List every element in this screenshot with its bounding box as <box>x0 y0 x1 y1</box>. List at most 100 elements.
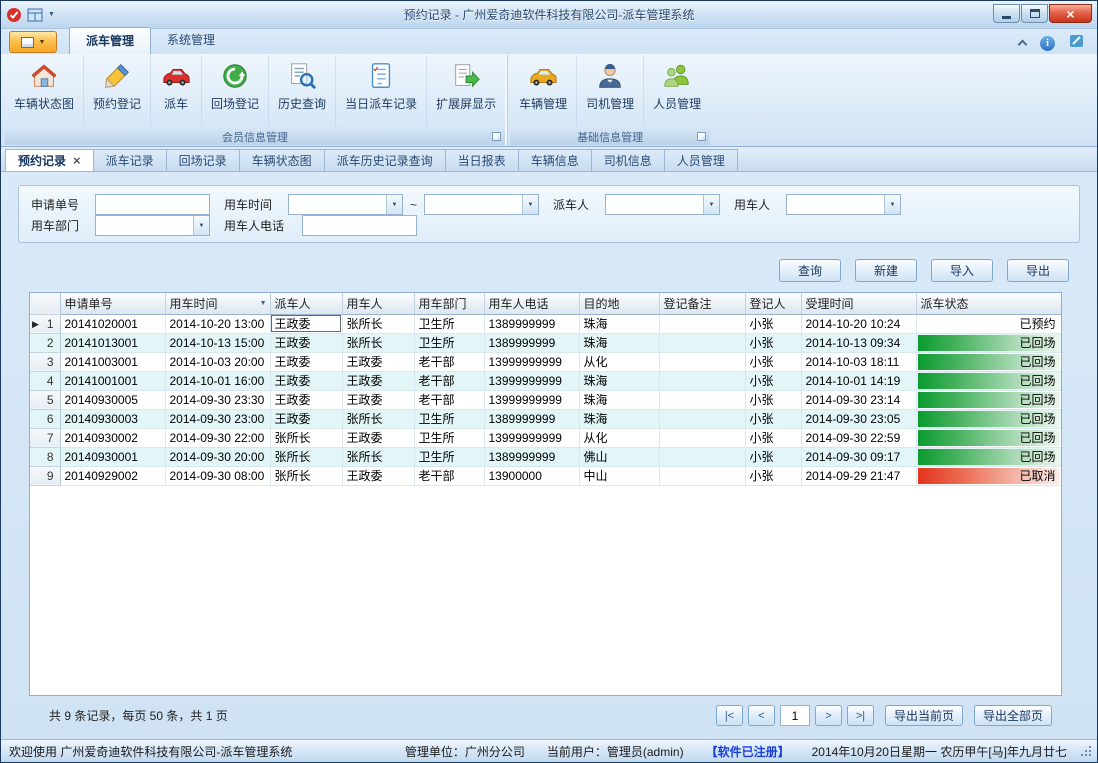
grid-row[interactable]: 6201409300032014-09-30 23:00王政委张所长卫生所138… <box>30 409 1061 428</box>
grid-cell[interactable]: 2014-09-30 23:14 <box>801 390 916 409</box>
ribbon-button-reserve-register[interactable]: 预约登记 <box>83 55 150 128</box>
column-header[interactable]: 用车人 <box>342 293 414 314</box>
column-header[interactable]: 登记人 <box>745 293 801 314</box>
query-button[interactable]: 查询 <box>779 259 841 282</box>
license-status-text[interactable]: 【软件已注册】 <box>706 743 790 760</box>
grid-cell[interactable]: 小张 <box>745 409 801 428</box>
grid-cell[interactable]: 2014-10-01 16:00 <box>165 371 270 390</box>
grid-cell[interactable]: 张所长 <box>342 333 414 352</box>
doc-tab-4[interactable]: 车辆状态图 <box>239 149 325 171</box>
column-header[interactable]: 用车部门 <box>414 293 484 314</box>
grid-cell[interactable]: 卫生所 <box>414 447 484 466</box>
grid-row[interactable]: 9201409290022014-09-30 08:00张所长王政委老干部139… <box>30 466 1061 485</box>
grid-cell[interactable]: 小张 <box>745 314 801 333</box>
order-no-input[interactable] <box>95 194 210 215</box>
grid-cell[interactable]: 20141013001 <box>60 333 165 352</box>
grid-cell[interactable]: 小张 <box>745 447 801 466</box>
grid-cell[interactable]: 1389999999 <box>484 409 579 428</box>
row-indicator[interactable]: 6 <box>30 409 60 428</box>
row-indicator[interactable]: 2 <box>30 333 60 352</box>
grid-cell[interactable]: 小张 <box>745 352 801 371</box>
grid-cell[interactable] <box>659 390 745 409</box>
dispatch-status-cell[interactable]: 已回场 <box>916 352 1061 371</box>
ribbon-tab-2[interactable]: 系统管理 <box>151 27 231 54</box>
grid-cell[interactable] <box>659 409 745 428</box>
grid-cell[interactable] <box>659 466 745 485</box>
row-indicator[interactable]: 9 <box>30 466 60 485</box>
grid-cell[interactable]: 小张 <box>745 371 801 390</box>
grid-cell[interactable]: 王政委 <box>342 390 414 409</box>
chevron-down-icon[interactable]: ▼ <box>703 195 719 214</box>
doc-tab-5[interactable]: 派车历史记录查询 <box>324 149 446 171</box>
dispatcher-combo[interactable]: ▼ <box>605 194 720 215</box>
grid-cell[interactable]: 20140930002 <box>60 428 165 447</box>
group-dialog-launcher-icon[interactable] <box>697 132 706 141</box>
grid-row[interactable]: 2201410130012014-10-13 15:00王政委张所长卫生所138… <box>30 333 1061 352</box>
doc-tab-9[interactable]: 人员管理 <box>664 149 738 171</box>
export-button[interactable]: 导出 <box>1007 259 1069 282</box>
grid-row[interactable]: 3201410030012014-10-03 20:00王政委王政委老干部139… <box>30 352 1061 371</box>
grid-cell[interactable]: 张所长 <box>270 466 342 485</box>
dispatch-status-cell[interactable]: 已回场 <box>916 333 1061 352</box>
chevron-down-icon[interactable]: ▼ <box>522 195 538 214</box>
dispatch-status-cell[interactable]: 已回场 <box>916 409 1061 428</box>
phone-input[interactable] <box>302 215 417 236</box>
grid-cell[interactable]: 13999999999 <box>484 371 579 390</box>
doc-tab-6[interactable]: 当日报表 <box>445 149 519 171</box>
grid-cell[interactable]: 2014-09-30 08:00 <box>165 466 270 485</box>
last-page-button[interactable]: >| <box>847 705 874 726</box>
theme-icon[interactable] <box>1069 34 1085 52</box>
dispatch-status-cell[interactable]: 已取消 <box>916 466 1061 485</box>
grid-cell[interactable]: 20141001001 <box>60 371 165 390</box>
grid-row[interactable]: 5201409300052014-09-30 23:30王政委王政委老干部139… <box>30 390 1061 409</box>
next-page-button[interactable]: > <box>815 705 842 726</box>
dispatch-status-cell[interactable]: 已回场 <box>916 390 1061 409</box>
grid-cell[interactable]: 2014-09-29 21:47 <box>801 466 916 485</box>
grid-cell[interactable]: 小张 <box>745 466 801 485</box>
grid-cell[interactable]: 小张 <box>745 390 801 409</box>
grid-cell[interactable] <box>659 371 745 390</box>
grid-cell[interactable]: 王政委 <box>342 428 414 447</box>
grid-cell[interactable]: 中山 <box>579 466 659 485</box>
grid-cell[interactable]: 从化 <box>579 428 659 447</box>
grid-cell[interactable]: 2014-09-30 22:00 <box>165 428 270 447</box>
grid-cell[interactable]: 张所长 <box>342 409 414 428</box>
grid-cell[interactable]: 珠海 <box>579 409 659 428</box>
grid-cell[interactable]: 2014-10-20 10:24 <box>801 314 916 333</box>
export-all-pages-button[interactable]: 导出全部页 <box>974 705 1052 726</box>
grid-cell[interactable]: 2014-09-30 23:30 <box>165 390 270 409</box>
filter-arrow-icon[interactable]: ▼ <box>260 300 267 307</box>
ribbon-button-daily-dispatch-record[interactable]: 当日派车记录 <box>335 55 426 128</box>
grid-cell[interactable]: 2014-10-20 13:00 <box>165 314 270 333</box>
grid-cell[interactable]: 珠海 <box>579 314 659 333</box>
doc-tab-7[interactable]: 车辆信息 <box>518 149 592 171</box>
grid-cell[interactable]: 王政委 <box>270 409 342 428</box>
grid-cell[interactable]: 小张 <box>745 428 801 447</box>
group-dialog-launcher-icon[interactable] <box>492 132 501 141</box>
column-header[interactable]: 派车状态 <box>916 293 1061 314</box>
app-logo-icon[interactable] <box>6 7 22 23</box>
grid-cell[interactable]: 2014-10-13 15:00 <box>165 333 270 352</box>
grid-cell[interactable]: 小张 <box>745 333 801 352</box>
ribbon-button-people-manage[interactable]: 人员管理 <box>643 55 710 128</box>
resize-grip[interactable] <box>1079 744 1093 758</box>
new-button[interactable]: 新建 <box>855 259 917 282</box>
grid-cell[interactable]: 佛山 <box>579 447 659 466</box>
column-header[interactable]: 目的地 <box>579 293 659 314</box>
grid-cell[interactable]: 张所长 <box>342 447 414 466</box>
grid-cell[interactable]: 王政委 <box>270 390 342 409</box>
column-header[interactable]: 登记备注 <box>659 293 745 314</box>
grid-cell[interactable]: 老干部 <box>414 390 484 409</box>
use-time-from-combo[interactable]: ▼ <box>288 194 403 215</box>
grid-cell[interactable]: 卫生所 <box>414 333 484 352</box>
about-icon[interactable]: i <box>1040 36 1055 51</box>
row-indicator[interactable]: 4 <box>30 371 60 390</box>
ribbon-button-vehicle-status[interactable]: 车辆状态图 <box>5 55 83 128</box>
tab-close-icon[interactable]: × <box>73 154 81 167</box>
export-current-page-button[interactable]: 导出当前页 <box>885 705 963 726</box>
ribbon-button-extended-screen[interactable]: 扩展屏显示 <box>426 55 505 128</box>
grid-cell[interactable]: 老干部 <box>414 371 484 390</box>
row-indicator[interactable]: 8 <box>30 447 60 466</box>
chevron-down-icon[interactable]: ▼ <box>193 216 209 235</box>
ribbon-button-driver-manage[interactable]: 司机管理 <box>576 55 643 128</box>
